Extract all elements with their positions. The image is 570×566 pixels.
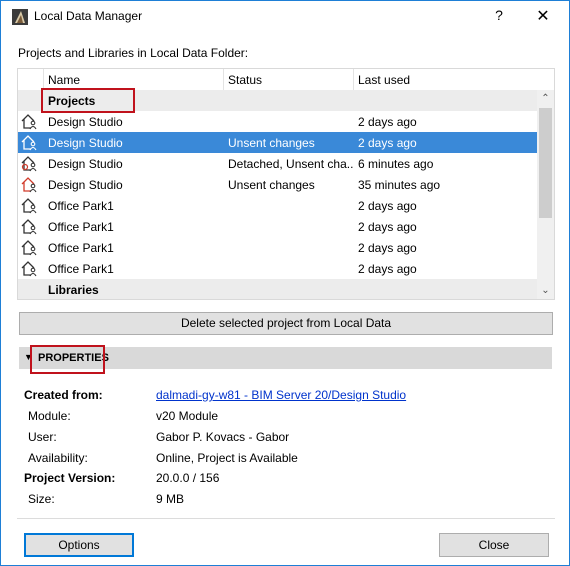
teamwork-project-unsent-icon [21,177,37,193]
options-button[interactable]: Options [24,533,134,557]
project-status: Unsent changes [228,136,315,150]
module-value: v20 Module [156,409,219,423]
table-row[interactable]: Office Park1 2 days ago [18,237,537,258]
project-status: Detached, Unsent cha... [228,157,353,171]
project-last-used: 2 days ago [358,262,417,276]
project-last-used: 2 days ago [358,220,417,234]
list-caption: Projects and Libraries in Local Data Fol… [18,46,249,60]
column-separator [353,69,354,90]
table-row[interactable]: Office Park1 2 days ago [18,195,537,216]
property-size: Size: 9 MB [1,492,561,510]
column-header-name[interactable]: Name [48,73,80,87]
created-from-link[interactable]: dalmadi-gy-w81 - BIM Server 20/Design St… [156,388,406,402]
teamwork-project-icon [21,261,37,277]
table-row[interactable]: Design Studio 2 days ago [18,111,537,132]
project-name: Office Park1 [48,220,114,234]
project-last-used: 35 minutes ago [358,178,441,192]
project-last-used: 6 minutes ago [358,157,434,171]
close-window-button[interactable]: ✕ [533,6,553,26]
list-header: Name Status Last used [18,69,537,90]
size-label: Size: [28,492,55,506]
teamwork-project-icon [21,219,37,235]
project-version-label: Project Version: [24,471,116,485]
help-button[interactable]: ? [489,7,509,23]
scroll-down-arrow-icon[interactable]: ⌄ [537,282,554,299]
close-button[interactable]: Close [439,533,549,557]
table-row-selected[interactable]: Design Studio Unsent changes 2 days ago [18,132,537,153]
property-project-version: Project Version: 20.0.0 / 156 [1,471,561,489]
column-header-last-used[interactable]: Last used [358,73,410,87]
size-value: 9 MB [156,492,185,506]
property-availability: Availability: Online, Project is Availab… [1,451,561,469]
project-last-used: 2 days ago [358,136,417,150]
created-from-label: Created from: [24,388,103,402]
list-scrollbar[interactable]: ⌃ ⌄ [537,90,554,299]
projects-highlight-annotation [41,88,135,113]
project-name: Design Studio [48,136,123,150]
footer-divider [17,518,555,519]
group-label-libraries: Libraries [48,283,99,297]
project-last-used: 2 days ago [358,115,417,129]
project-name: Design Studio [48,115,123,129]
local-data-manager-window: Local Data Manager ? ✕ Projects and Libr… [0,0,570,566]
window-title: Local Data Manager [34,9,143,23]
teamwork-project-icon [21,240,37,256]
delete-selected-project-button[interactable]: Delete selected project from Local Data [19,312,553,335]
table-row[interactable]: Design Studio Detached, Unsent cha... 6 mi… [18,153,537,174]
project-version-value: 20.0.0 / 156 [156,471,220,485]
teamwork-project-unsent-icon [21,135,37,151]
table-row[interactable]: Office Park1 2 days ago [18,258,537,279]
properties-highlight-annotation [30,345,105,374]
project-name: Office Park1 [48,262,114,276]
property-user: User: Gabor P. Kovacs - Gabor [1,430,561,448]
column-separator [223,69,224,90]
availability-label: Availability: [28,451,88,465]
column-separator [43,69,44,90]
project-last-used: 2 days ago [358,241,417,255]
group-row-libraries[interactable]: Libraries [18,279,537,299]
table-row[interactable]: Office Park1 2 days ago [18,216,537,237]
availability-value: Online, Project is Available [156,451,298,465]
project-name: Office Park1 [48,241,114,255]
project-name: Design Studio [48,178,123,192]
archicad-app-icon [12,9,28,25]
scroll-up-arrow-icon[interactable]: ⌃ [537,90,554,107]
project-name: Office Park1 [48,199,114,213]
table-row[interactable]: Design Studio Unsent changes 35 minutes ag… [18,174,537,195]
scroll-thumb[interactable] [539,108,552,218]
property-module: Module: v20 Module [1,409,561,427]
teamwork-project-detached-icon [21,156,37,172]
title-bar: Local Data Manager ? ✕ [1,1,569,33]
user-label: User: [28,430,57,444]
teamwork-project-icon [21,114,37,130]
user-value: Gabor P. Kovacs - Gabor [156,430,290,444]
project-last-used: 2 days ago [358,199,417,213]
project-name: Design Studio [48,157,123,171]
project-status: Unsent changes [228,178,315,192]
module-label: Module: [28,409,71,423]
property-created-from: Created from: dalmadi-gy-w81 - BIM Serve… [1,388,561,406]
column-header-status[interactable]: Status [228,73,262,87]
teamwork-project-icon [21,198,37,214]
